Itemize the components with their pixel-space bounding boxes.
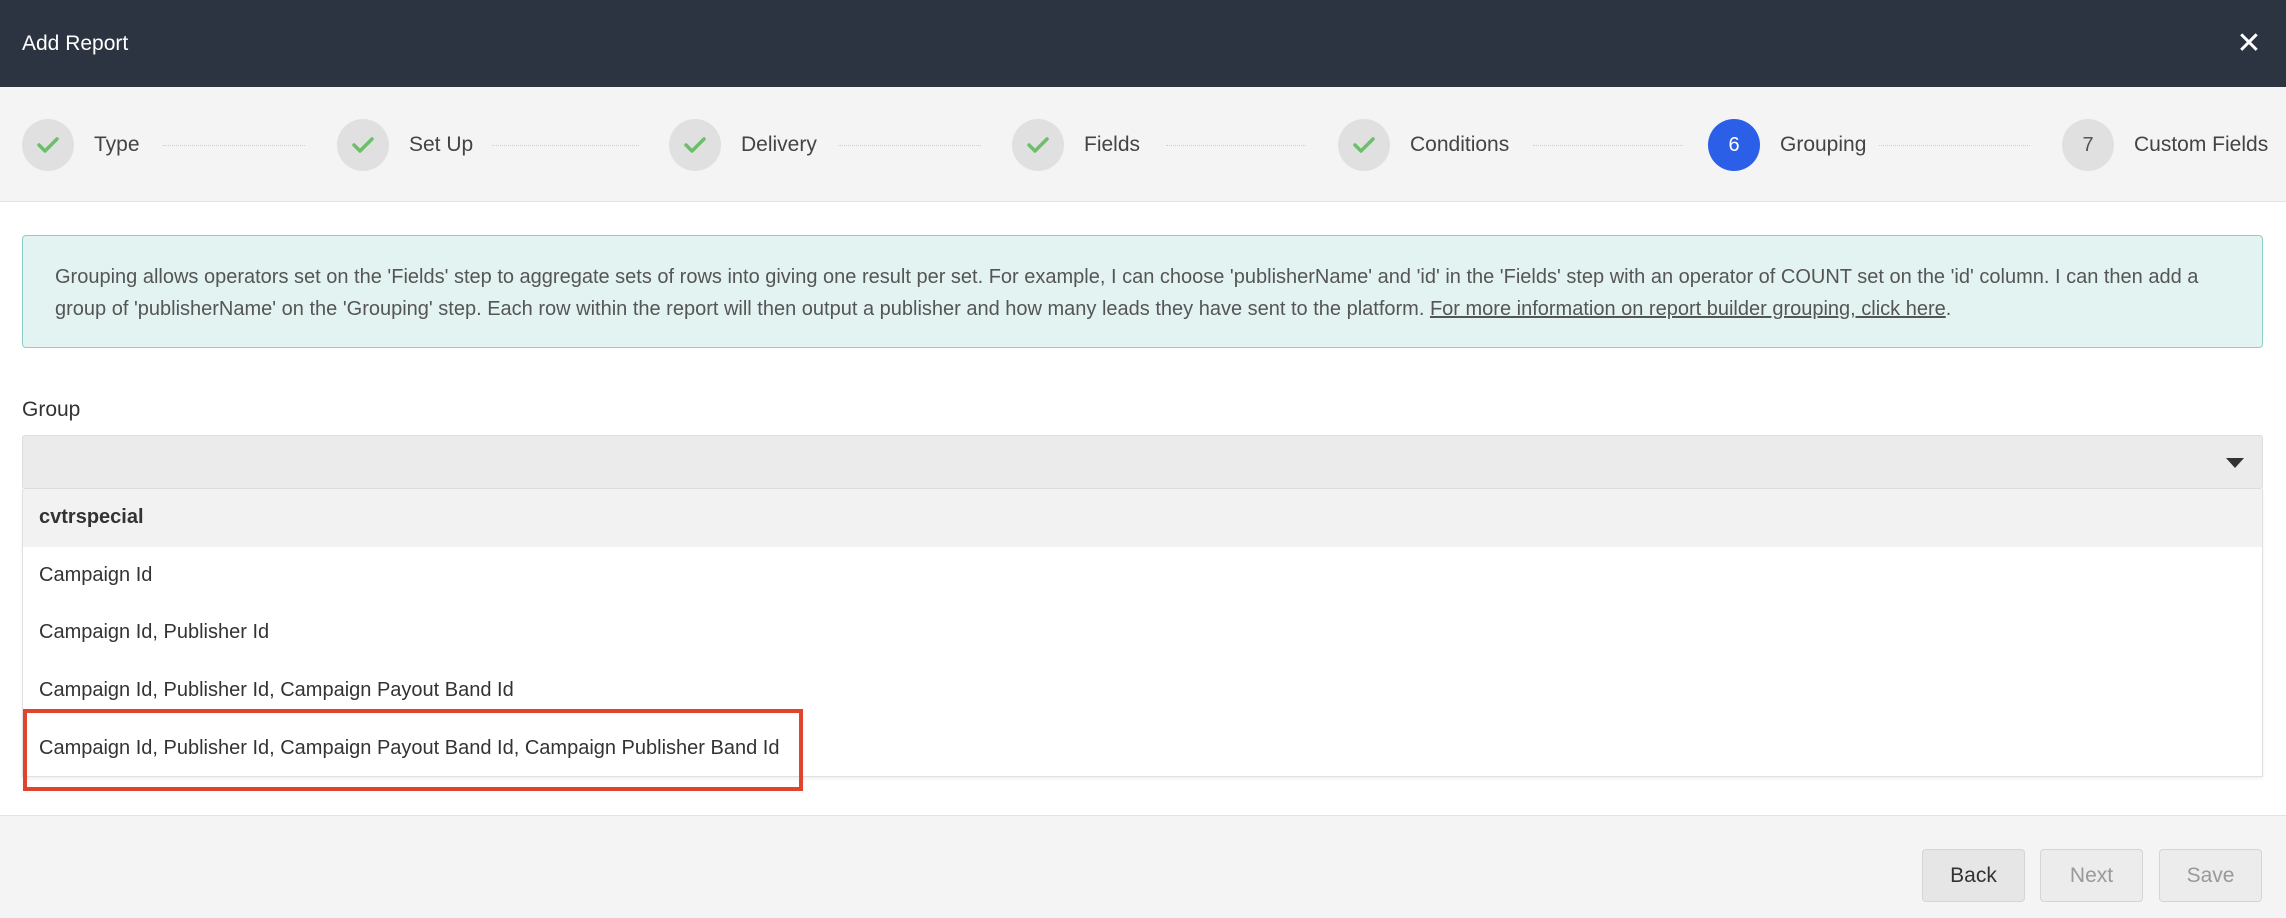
grouping-help-link[interactable]: For more information on report builder g… bbox=[1430, 298, 1946, 320]
dialog-footer: Back Next Save bbox=[0, 815, 2286, 918]
group-option[interactable]: Campaign Id, Publisher Id bbox=[23, 604, 2262, 662]
group-label: Group bbox=[22, 398, 81, 421]
step-connector bbox=[492, 145, 639, 146]
check-icon bbox=[337, 119, 389, 171]
group-option[interactable]: Campaign Id bbox=[23, 547, 2262, 605]
group-option[interactable]: Campaign Id, Publisher Id, Campaign Payo… bbox=[23, 719, 2262, 777]
step-custom-fields[interactable]: 7 Custom Fields bbox=[2062, 119, 2268, 171]
group-dropdown: cvtrspecial Campaign Id Campaign Id, Pub… bbox=[22, 489, 2263, 777]
step-label: Type bbox=[94, 133, 140, 156]
step-number: 7 bbox=[2062, 119, 2114, 171]
step-connector bbox=[838, 145, 981, 146]
check-icon bbox=[669, 119, 721, 171]
dialog-title: Add Report bbox=[22, 31, 129, 55]
step-fields[interactable]: Fields bbox=[1012, 119, 1140, 171]
stepper: Type Set Up Delivery Fields Conditions 6… bbox=[0, 87, 2286, 202]
caret-down-icon bbox=[2226, 458, 2244, 468]
step-connector bbox=[1879, 145, 2030, 146]
step-connector bbox=[1166, 145, 1306, 146]
step-label: Grouping bbox=[1780, 133, 1867, 156]
step-set-up[interactable]: Set Up bbox=[337, 119, 473, 171]
step-label: Custom Fields bbox=[2134, 133, 2269, 156]
group-option[interactable]: Campaign Id, Publisher Id, Campaign Payo… bbox=[23, 662, 2262, 720]
info-trailing: . bbox=[1945, 298, 1952, 320]
step-connector bbox=[163, 145, 305, 146]
step-label: Delivery bbox=[741, 133, 817, 156]
group-option[interactable]: cvtrspecial bbox=[23, 489, 2262, 547]
step-label: Fields bbox=[1084, 133, 1141, 156]
check-icon bbox=[1012, 119, 1064, 171]
step-label: Conditions bbox=[1410, 133, 1510, 156]
check-icon bbox=[1338, 119, 1390, 171]
group-select[interactable] bbox=[22, 435, 2263, 489]
step-type[interactable]: Type bbox=[22, 119, 140, 171]
title-bar: Add Report ✕ bbox=[0, 0, 2286, 87]
save-button[interactable]: Save bbox=[2159, 849, 2262, 902]
step-label: Set Up bbox=[409, 133, 474, 156]
step-conditions[interactable]: Conditions bbox=[1338, 119, 1509, 171]
info-alert: Grouping allows operators set on the 'Fi… bbox=[22, 235, 2263, 348]
step-grouping[interactable]: 6 Grouping bbox=[1708, 119, 1866, 171]
next-button[interactable]: Next bbox=[2040, 849, 2143, 902]
step-delivery[interactable]: Delivery bbox=[669, 119, 817, 171]
back-button[interactable]: Back bbox=[1922, 849, 2025, 902]
check-icon bbox=[22, 119, 74, 171]
close-icon[interactable]: ✕ bbox=[2234, 27, 2264, 60]
step-number: 6 bbox=[1708, 119, 1760, 171]
step-connector bbox=[1533, 145, 1683, 146]
